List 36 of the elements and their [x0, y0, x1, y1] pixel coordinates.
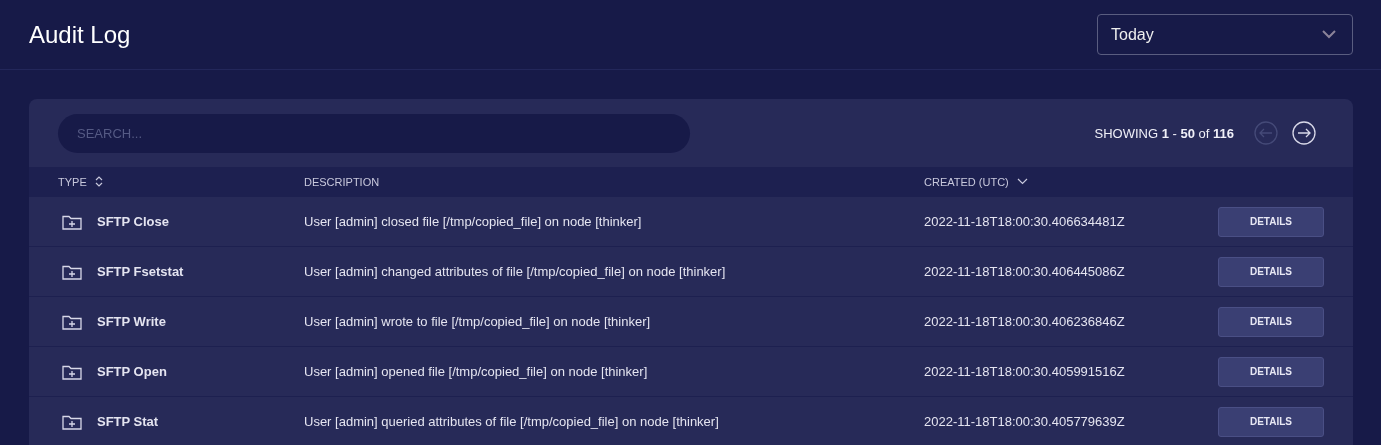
- event-type: SFTP Stat: [97, 414, 159, 429]
- column-header[interactable]: TYPE: [58, 175, 87, 188]
- event-description: User [admin] queried attributes of file [/tmp/copied_file] on node [thinker]: [304, 414, 719, 429]
- details-button[interactable]: DETAILS: [1218, 306, 1324, 337]
- event-description: User [admin] closed file [/tmp/copied_file] on node [thinker]: [304, 214, 642, 229]
- details-button[interactable]: DETAILS: [1218, 356, 1324, 387]
- event-type: SFTP Fsetstat: [97, 264, 184, 279]
- sort-icon[interactable]: [94, 176, 103, 187]
- showing-count: SHOWING 1 - 50 of 116: [1094, 125, 1234, 141]
- next-page-button[interactable]: [1292, 121, 1316, 145]
- folder-plus-icon: [62, 413, 82, 430]
- created-timestamp: 2022-11-18T18:00:30.405779639Z: [924, 414, 1125, 429]
- created-timestamp: 2022-11-18T18:00:30.405991516Z: [924, 364, 1125, 379]
- folder-plus-icon: [62, 363, 82, 380]
- event-description: User [admin] opened file [/tmp/copied_file] on node [thinker]: [304, 364, 648, 379]
- folder-plus-icon: [62, 313, 82, 330]
- range-select[interactable]: Today: [1097, 14, 1353, 55]
- event-type: SFTP Close: [97, 214, 169, 229]
- created-timestamp: 2022-11-18T18:00:30.406236846Z: [924, 314, 1125, 329]
- chevron-down-icon: [1322, 30, 1336, 39]
- details-button[interactable]: DETAILS: [1218, 406, 1324, 437]
- created-timestamp: 2022-11-18T18:00:30.406445086Z: [924, 264, 1125, 279]
- page-title: Audit Log: [29, 20, 131, 49]
- event-description: User [admin] changed attributes of file [/tmp/copied_file] on node [thinker]: [304, 264, 726, 279]
- event-type: SFTP Open: [97, 364, 167, 379]
- folder-plus-icon: [62, 263, 82, 280]
- event-type: SFTP Write: [97, 314, 166, 329]
- details-button[interactable]: DETAILS: [1218, 256, 1324, 287]
- event-description: User [admin] wrote to file [/tmp/copied_file] on node [thinker]: [304, 314, 651, 329]
- details-button[interactable]: DETAILS: [1218, 206, 1324, 237]
- search-field[interactable]: SEARCH...: [58, 113, 690, 153]
- column-header[interactable]: DESCRIPTION: [304, 175, 380, 188]
- column-header[interactable]: CREATED (UTC): [924, 175, 1009, 188]
- folder-plus-icon: [62, 213, 82, 230]
- created-timestamp: 2022-11-18T18:00:30.406634481Z: [924, 214, 1125, 229]
- chevron-down-icon[interactable]: [1016, 178, 1028, 185]
